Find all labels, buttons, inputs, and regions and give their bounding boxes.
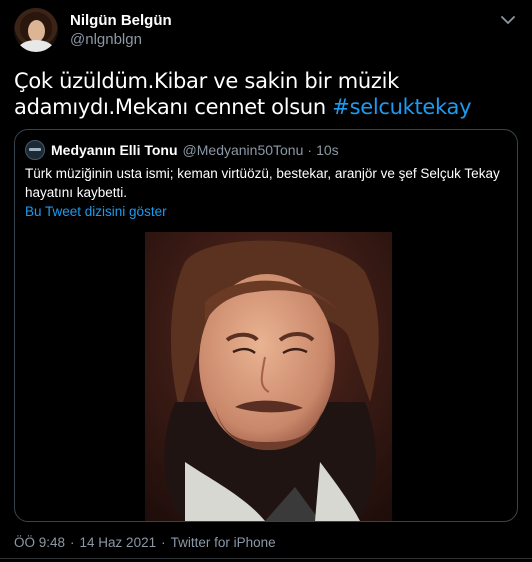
quoted-text: Türk müziğinin usta ismi; keman virtüözü… bbox=[25, 166, 500, 200]
separator-dot: · bbox=[70, 535, 75, 550]
tweet-header: Nilgün Belgün @nlgnblgn bbox=[14, 6, 172, 54]
quoted-timestamp[interactable]: 10s bbox=[316, 142, 339, 158]
show-thread-link[interactable]: Bu Tweet dizisini göster bbox=[25, 204, 167, 219]
chevron-down-icon[interactable] bbox=[498, 10, 518, 30]
hashtag-link[interactable]: #selcuktekay bbox=[332, 95, 471, 119]
separator-dot: · bbox=[307, 142, 313, 158]
tweet-text: Çok üzüldüm.Kibar ve sakin bir müzik ada… bbox=[14, 68, 522, 120]
tweet-time[interactable]: ÖÖ 9:48 bbox=[14, 535, 65, 550]
tweet-source[interactable]: Twitter for iPhone bbox=[171, 535, 276, 550]
quoted-photo[interactable] bbox=[145, 232, 392, 521]
quoted-tweet-header: Medyanın Elli Tonu @Medyanin50Tonu · 10s bbox=[25, 140, 339, 160]
tweet-meta: ÖÖ 9:48 · 14 Haz 2021 · Twitter for iPho… bbox=[14, 535, 276, 550]
tweet-date[interactable]: 14 Haz 2021 bbox=[80, 535, 157, 550]
separator-dot: · bbox=[161, 535, 166, 550]
quoted-display-name[interactable]: Medyanın Elli Tonu bbox=[51, 142, 178, 158]
avatar[interactable] bbox=[14, 8, 58, 52]
quoted-avatar[interactable] bbox=[25, 140, 45, 160]
author-info: Nilgün Belgün @nlgnblgn bbox=[70, 11, 172, 49]
author-display-name[interactable]: Nilgün Belgün bbox=[70, 11, 172, 30]
divider bbox=[0, 558, 532, 559]
quoted-handle[interactable]: @Medyanin50Tonu bbox=[183, 142, 304, 158]
quoted-tweet[interactable]: Medyanın Elli Tonu @Medyanin50Tonu · 10s… bbox=[14, 129, 518, 522]
author-handle[interactable]: @nlgnblgn bbox=[70, 30, 172, 49]
